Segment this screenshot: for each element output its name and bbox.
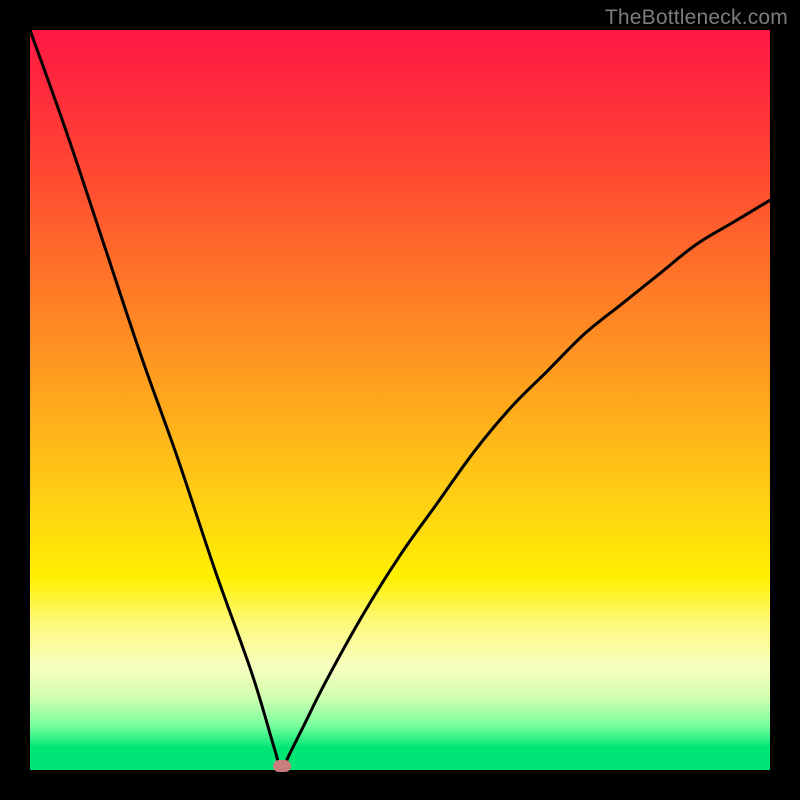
minimum-marker <box>273 760 291 772</box>
plot-area <box>30 30 770 770</box>
chart-frame: TheBottleneck.com <box>0 0 800 800</box>
watermark-text: TheBottleneck.com <box>605 6 788 30</box>
bottleneck-curve <box>30 30 770 770</box>
